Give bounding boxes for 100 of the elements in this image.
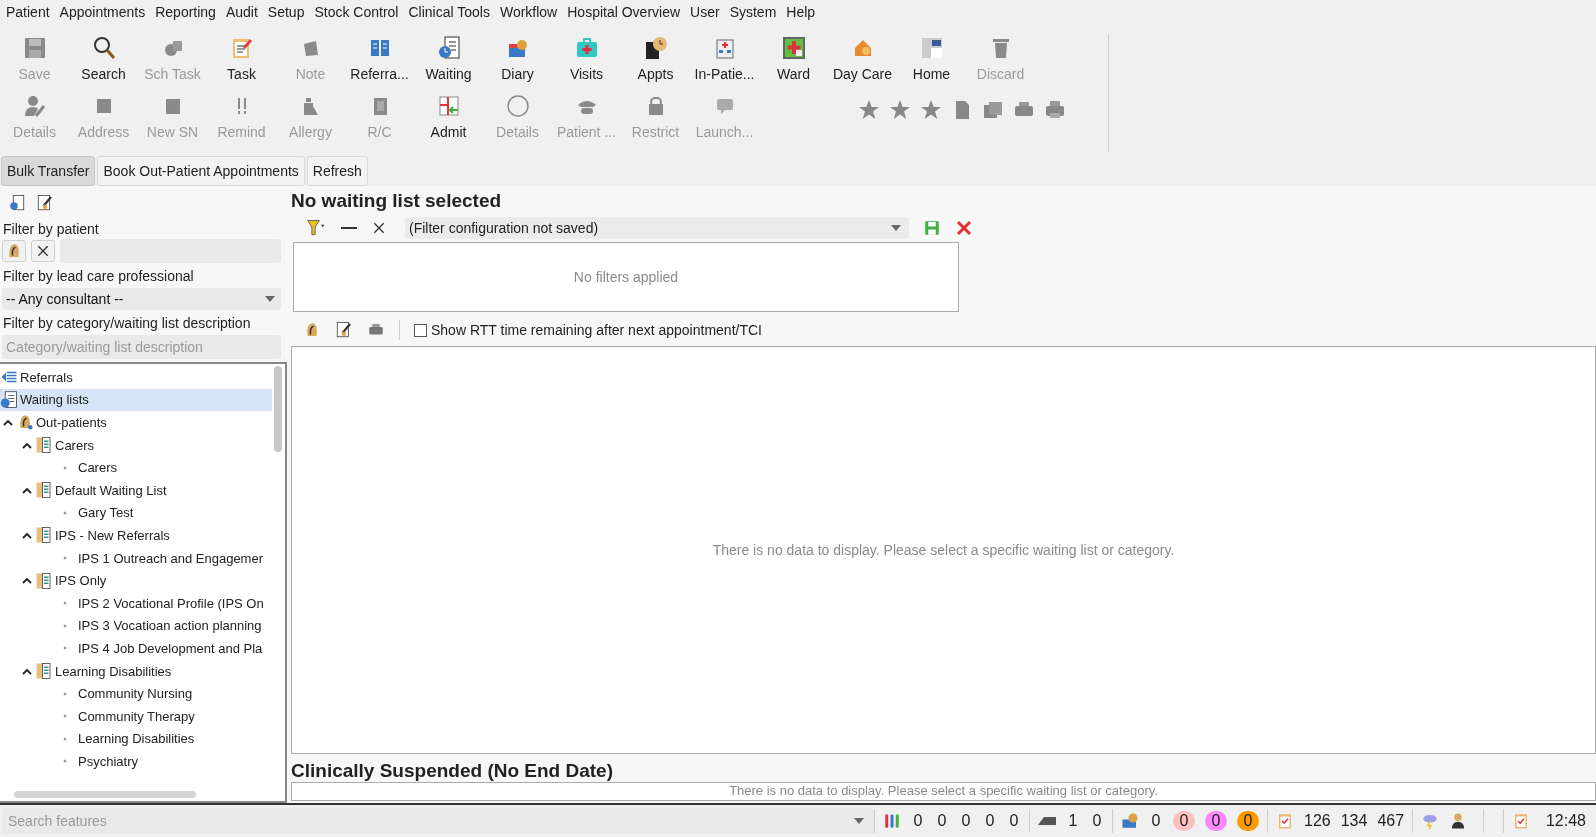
count-badge[interactable]: 0 bbox=[1173, 811, 1195, 831]
close-icon bbox=[955, 219, 973, 237]
toolbar-button[interactable]: Task bbox=[207, 34, 276, 92]
collapse-icon[interactable] bbox=[22, 441, 32, 449]
toolbar-button[interactable]: Visits bbox=[552, 34, 621, 92]
collapse-icon[interactable] bbox=[22, 531, 32, 539]
consultant-dropdown[interactable]: -- Any consultant -- bbox=[2, 288, 281, 310]
search-field[interactable]: Search features bbox=[2, 808, 874, 834]
menu-item[interactable]: System bbox=[725, 4, 783, 20]
count[interactable]: 0 bbox=[983, 812, 997, 830]
collapse-icon[interactable] bbox=[3, 419, 13, 426]
tree-item[interactable]: IPS Only bbox=[0, 569, 273, 592]
toolbar-button[interactable]: Home bbox=[897, 34, 966, 92]
menu-item[interactable]: Help bbox=[782, 4, 822, 20]
tree-item[interactable]: Learning Disabilities bbox=[0, 727, 273, 751]
count[interactable]: 126 bbox=[1304, 812, 1331, 830]
count[interactable]: 0 bbox=[935, 812, 949, 830]
toolbar-button[interactable]: Appts bbox=[621, 34, 690, 92]
count[interactable]: 0 bbox=[911, 812, 925, 830]
toolbar-button[interactable]: Day Care bbox=[828, 34, 897, 92]
tree-item[interactable]: Carers bbox=[0, 433, 273, 457]
tree-item[interactable]: Referrals bbox=[0, 366, 272, 389]
person-edit-icon bbox=[22, 94, 47, 118]
tree-item[interactable]: IPS 1 Outreach and Engagemer bbox=[0, 546, 273, 570]
toolbar-button[interactable]: Waiting bbox=[414, 34, 483, 92]
dropdown-arrow-icon[interactable] bbox=[891, 225, 901, 231]
rtt-checkbox[interactable]: Show RTT time remaining after next appointment/TCI bbox=[414, 322, 762, 338]
count[interactable]: 467 bbox=[1377, 812, 1405, 830]
close-icon bbox=[35, 243, 51, 259]
tree-item-label: Psychiatry bbox=[78, 753, 138, 769]
tree-item[interactable]: Waiting lists bbox=[0, 388, 272, 412]
tree-item[interactable]: IPS 3 Vocatioan action planning bbox=[0, 614, 273, 638]
tree-item[interactable]: IPS - New Referrals bbox=[0, 524, 273, 547]
tree-item-label: Gary Test bbox=[78, 505, 134, 521]
tree-item-label: Out-patients bbox=[36, 415, 107, 430]
scrollbar-thumb[interactable] bbox=[274, 366, 282, 452]
filter-dropdown[interactable]: (Filter configuration not saved) bbox=[405, 217, 909, 239]
collapse-icon[interactable] bbox=[22, 486, 32, 494]
test-tubes-icon bbox=[883, 812, 901, 830]
edit-list-icon bbox=[36, 194, 54, 212]
exclamation-icon bbox=[237, 98, 246, 114]
count[interactable]: 0 bbox=[959, 812, 973, 830]
tree-item[interactable]: Out-patients bbox=[0, 411, 272, 434]
count[interactable]: 134 bbox=[1340, 812, 1368, 830]
tree-item[interactable]: Default Waiting List bbox=[0, 478, 273, 502]
count[interactable]: 0 bbox=[1149, 812, 1163, 830]
collapse-icon[interactable] bbox=[22, 577, 32, 585]
patient-button[interactable] bbox=[2, 240, 26, 262]
tree-item[interactable]: IPS 2 Vocational Profile (IPS On bbox=[0, 591, 273, 615]
section-title: No waiting list selected bbox=[291, 189, 503, 212]
cloud-lightning-icon bbox=[1421, 812, 1440, 830]
menu-item[interactable]: Audit bbox=[221, 4, 264, 20]
menu-item[interactable]: Clinical Tools bbox=[404, 4, 496, 20]
category-field[interactable]: Category/waiting list description bbox=[2, 335, 281, 359]
action-button[interactable]: Bulk Transfer bbox=[1, 156, 96, 186]
empty-message: There is no data to display. Please select a specific waiting list or category. bbox=[729, 783, 1158, 800]
folder-list-icon bbox=[35, 662, 53, 680]
field-label: Filter by category/waiting list description bbox=[2, 314, 252, 333]
toolbar-button[interactable]: Admit bbox=[414, 92, 483, 150]
menu-item[interactable]: Patient bbox=[2, 4, 56, 20]
tree-item[interactable]: Carers bbox=[0, 456, 273, 479]
collapse-icon[interactable] bbox=[22, 667, 32, 675]
action-button[interactable]: Book Out-Patient Appointments bbox=[97, 156, 305, 186]
count[interactable]: 0 bbox=[1007, 812, 1021, 830]
building-icon bbox=[919, 36, 944, 60]
menu-item[interactable]: Appointments bbox=[55, 4, 152, 20]
menu-item[interactable]: User bbox=[686, 4, 726, 20]
toolbar-button[interactable]: In-Patie... bbox=[690, 34, 759, 92]
toolbar-button[interactable]: Referra... bbox=[345, 34, 414, 92]
dropdown-arrow-icon[interactable] bbox=[265, 296, 275, 302]
tree-item[interactable]: IPS 4 Job Development and Pla bbox=[0, 637, 273, 660]
field-label: Filter by lead care professional bbox=[2, 267, 195, 286]
menu-item[interactable]: Setup bbox=[263, 4, 311, 20]
count-badge[interactable]: 0 bbox=[1237, 811, 1259, 831]
menu-item[interactable]: Hospital Overview bbox=[563, 4, 687, 20]
tree-item[interactable]: Gary Test bbox=[0, 501, 273, 525]
scrollbar-thumb[interactable] bbox=[14, 791, 196, 798]
clock-list-icon bbox=[0, 390, 18, 409]
action-button[interactable]: Refresh bbox=[306, 156, 368, 186]
tree-item[interactable]: Community Nursing bbox=[0, 682, 273, 705]
tree-item-label: Community Therapy bbox=[78, 708, 195, 724]
tree-item[interactable]: Learning Disabilities bbox=[0, 659, 273, 683]
menu-item[interactable]: Stock Control bbox=[310, 4, 405, 20]
menu-item[interactable]: Reporting bbox=[151, 4, 222, 20]
count[interactable]: 1 bbox=[1066, 812, 1080, 830]
clear-button[interactable] bbox=[31, 240, 55, 262]
count-badge[interactable]: 0 bbox=[1205, 811, 1227, 831]
dropdown-arrow-icon[interactable] bbox=[854, 818, 864, 824]
ward-map-icon bbox=[781, 36, 806, 60]
tree-item[interactable]: Psychiatry bbox=[0, 750, 273, 773]
tree-item-label: Default Waiting List bbox=[55, 482, 167, 498]
count[interactable]: 0 bbox=[1090, 812, 1104, 830]
tree-item-label: Community Nursing bbox=[78, 686, 193, 702]
clipboard-icon bbox=[1276, 812, 1294, 830]
toolbar-button[interactable]: Search bbox=[69, 34, 138, 92]
tree-item[interactable]: Community Therapy bbox=[0, 704, 273, 728]
folder-list-icon bbox=[35, 526, 53, 545]
toolbar-button[interactable]: Ward bbox=[759, 34, 828, 92]
toolbar-button[interactable]: Diary bbox=[483, 34, 552, 92]
menu-item[interactable]: Workflow bbox=[495, 4, 564, 20]
